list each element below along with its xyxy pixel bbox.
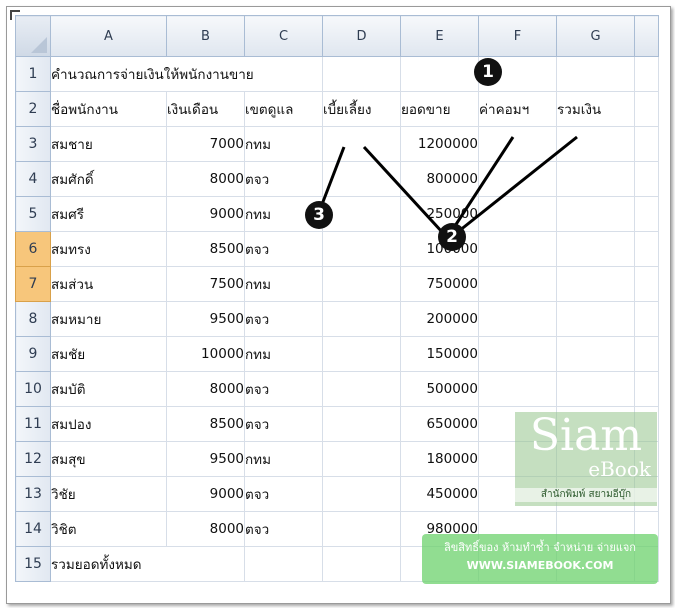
screenshot-frame: A B C D E F G 1 คำนวณการจ่ายเงินให้พนักง… bbox=[6, 6, 671, 604]
callout-marker-2: 2 bbox=[438, 223, 466, 251]
watermark-banner-line-1: ลิขสิทธิ์ของ ห้ามทำซ้ำ จำหน่าย จ่ายแจก bbox=[444, 541, 636, 554]
callout-lines bbox=[319, 135, 578, 235]
watermark-logo: Siam eBook สำนักพิมพ์ สยามอีบุ๊ก bbox=[515, 412, 657, 506]
watermark-subtitle: eBook bbox=[588, 457, 651, 481]
callout-marker-3: 3 bbox=[305, 201, 333, 229]
watermark-banner: ลิขสิทธิ์ของ ห้ามทำซ้ำ จำหน่าย จ่ายแจก W… bbox=[422, 534, 658, 584]
callout-line-d-to-marker-2 bbox=[362, 145, 445, 235]
callout-line-f-to-marker-2 bbox=[451, 136, 515, 230]
callout-line-to-marker-3 bbox=[319, 146, 346, 208]
callout-line-g-to-marker-2 bbox=[458, 135, 578, 233]
watermark-banner-line-2: WWW.SIAMEBOOK.COM bbox=[466, 559, 614, 572]
watermark-title: Siam bbox=[529, 410, 643, 461]
callout-marker-1: 1 bbox=[474, 58, 502, 86]
watermark-thai: สำนักพิมพ์ สยามอีบุ๊ก bbox=[515, 488, 657, 502]
